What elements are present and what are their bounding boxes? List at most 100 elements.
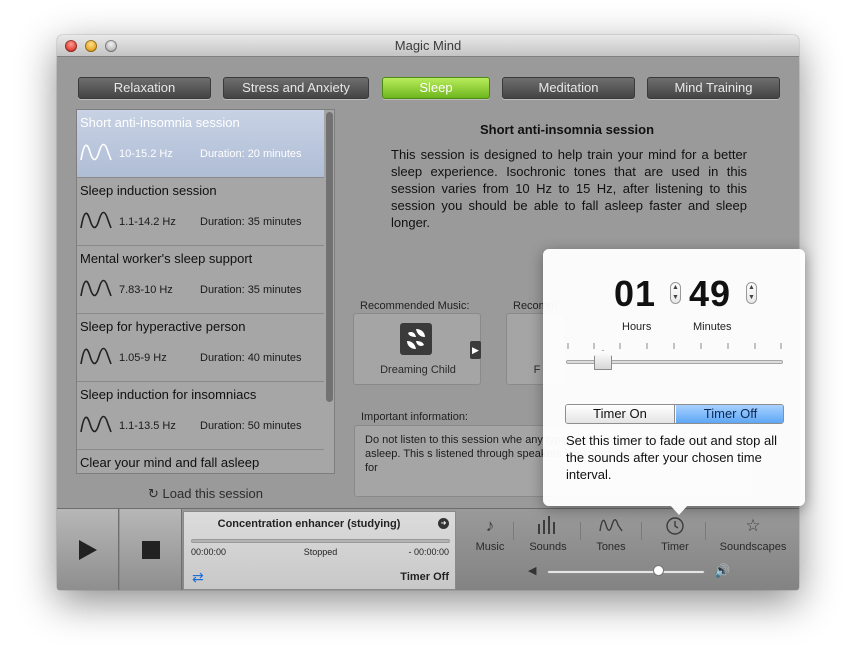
nav-tones-label: Tones — [596, 541, 626, 553]
nav-soundscapes[interactable]: ☆ Soundscapes — [715, 509, 791, 559]
session-title: Sleep induction session — [80, 183, 217, 198]
session-list[interactable]: Short anti-insomnia session 10-15.2 Hz D… — [76, 109, 335, 474]
session-item-mental-worker[interactable]: Mental worker's sleep support 7.83-10 Hz… — [77, 246, 324, 314]
tab-sleep[interactable]: Sleep — [382, 77, 490, 99]
stepper-down-icon[interactable]: ▼ — [747, 293, 756, 303]
session-description-title: Short anti-insomnia session — [479, 122, 655, 137]
wave-icon — [80, 279, 112, 297]
reload-icon: ↻ — [148, 486, 159, 501]
loop-icon[interactable]: ⇄ — [192, 570, 214, 584]
recommended-music-label: Recommended Music: — [360, 300, 470, 312]
session-frequency: 7.83-10 Hz — [119, 284, 173, 296]
timer-popover: 01 ▲ ▼ 49 ▲ ▼ Hours Minutes Timer On Timer… — [543, 249, 805, 515]
timer-slider-ticks — [567, 343, 782, 349]
session-duration: Duration: 50 minutes — [200, 420, 302, 432]
minimize-window-button[interactable] — [85, 40, 97, 52]
stepper-up-icon[interactable]: ▲ — [671, 283, 680, 293]
play-icon — [79, 540, 97, 560]
session-item-insomniacs[interactable]: Sleep induction for insomniacs 1.1-13.5 … — [77, 382, 324, 450]
volume-slider-knob[interactable] — [652, 565, 664, 576]
tab-stress-and-anxiety[interactable]: Stress and Anxiety — [223, 77, 369, 99]
session-description-body: This session is designed to help train y… — [391, 147, 747, 230]
tab-meditation[interactable]: Meditation — [502, 77, 635, 99]
nav-sounds[interactable]: Sounds — [522, 509, 574, 559]
nav-sounds-label: Sounds — [529, 541, 567, 553]
timer-off-button[interactable]: Timer Off — [676, 405, 783, 423]
nav-music-label: Music — [475, 541, 505, 553]
nav-divider — [513, 522, 514, 540]
wave-icon — [587, 516, 635, 539]
hours-label: Hours — [622, 321, 652, 333]
now-playing-panel: Concentration enhancer (studying) ➜ 00:0… — [183, 511, 456, 590]
session-frequency: 1.1-14.2 Hz — [119, 216, 176, 228]
nav-timer[interactable]: Timer — [651, 509, 699, 559]
load-session-label: Load this session — [162, 486, 263, 501]
nav-timer-label: Timer — [661, 541, 689, 553]
play-button[interactable] — [57, 509, 119, 590]
scrollbar-thumb[interactable] — [326, 112, 333, 402]
session-frequency: 1.05-9 Hz — [119, 352, 167, 364]
stop-button[interactable] — [120, 509, 182, 590]
session-title: Clear your mind and fall asleep — [80, 455, 260, 470]
timer-toggle: Timer On Timer Off — [565, 404, 784, 424]
arrow-right-icon[interactable]: ➜ — [438, 518, 449, 529]
timer-minutes-value: 49 — [689, 273, 732, 314]
timer-description: Set this timer to fade out and stop all … — [566, 433, 778, 482]
session-list-scrollbar[interactable] — [326, 112, 333, 472]
star-icon: ☆ — [745, 516, 761, 535]
category-tabs: Relaxation Stress and Anxiety Sleep Medi… — [78, 77, 780, 99]
equalizer-icon — [522, 516, 574, 539]
nav-divider — [580, 522, 581, 540]
timer-hours-value: 01 — [614, 273, 657, 314]
timer-slider-thumb[interactable] — [594, 350, 612, 370]
now-playing-title: Concentration enhancer (studying) — [217, 518, 401, 530]
session-item-short-anti-insomnia[interactable]: Short anti-insomnia session 10-15.2 Hz D… — [77, 110, 324, 178]
player-bar: Concentration enhancer (studying) ➜ 00:0… — [57, 508, 799, 590]
minutes-label: Minutes — [693, 321, 732, 333]
music-note-icon: ♪ — [485, 516, 495, 535]
stop-icon — [142, 541, 160, 559]
recommended-music-card[interactable]: Dreaming Child — [353, 313, 481, 385]
volume-low-icon: ◀ — [528, 565, 537, 577]
wave-icon — [80, 347, 112, 365]
wave-icon — [80, 143, 112, 161]
nav-music[interactable]: ♪ Music — [469, 509, 511, 559]
progress-bar[interactable] — [191, 539, 450, 543]
session-item-hyperactive[interactable]: Sleep for hyperactive person 1.05-9 Hz D… — [77, 314, 324, 382]
stepper-down-icon[interactable]: ▼ — [671, 293, 680, 303]
nav-divider — [641, 522, 642, 540]
volume-slider[interactable] — [547, 570, 705, 574]
minutes-stepper[interactable]: ▲ ▼ — [746, 282, 757, 304]
hours-stepper[interactable]: ▲ ▼ — [670, 282, 681, 304]
tab-mind-training[interactable]: Mind Training — [647, 77, 780, 99]
session-frequency: 1.1-13.5 Hz — [119, 420, 176, 432]
volume-high-icon: 🔊 — [714, 563, 731, 578]
window-title: Magic Mind — [394, 38, 462, 53]
nav-divider — [705, 522, 706, 540]
tab-relaxation[interactable]: Relaxation — [78, 77, 211, 99]
nav-tones[interactable]: Tones — [587, 509, 635, 559]
session-frequency: 10-15.2 Hz — [119, 148, 173, 160]
title-bar: Magic Mind — [57, 35, 799, 57]
leaf-album-icon — [400, 323, 432, 355]
clock-icon — [651, 516, 699, 541]
timer-on-button[interactable]: Timer On — [566, 405, 675, 423]
chevron-right-icon[interactable]: ▶ — [470, 341, 481, 359]
nav-soundscapes-label: Soundscapes — [719, 541, 787, 553]
recommended-music-name: Dreaming Child — [380, 364, 456, 376]
zoom-window-button[interactable] — [105, 40, 117, 52]
stepper-up-icon[interactable]: ▲ — [747, 283, 756, 293]
timer-status: Timer Off — [400, 571, 449, 583]
session-item-clear-mind[interactable]: Clear your mind and fall asleep — [77, 450, 324, 473]
remaining-time: - 00:00:00 — [408, 547, 449, 557]
session-title: Sleep for hyperactive person — [80, 319, 246, 334]
session-item-sleep-induction[interactable]: Sleep induction session 1.1-14.2 Hz Dura… — [77, 178, 324, 246]
load-session-button[interactable]: ↻ Load this session — [76, 486, 335, 502]
session-title: Sleep induction for insomniacs — [80, 387, 257, 402]
session-duration: Duration: 40 minutes — [200, 352, 302, 364]
important-info-label: Important information: — [361, 411, 468, 423]
session-duration: Duration: 35 minutes — [200, 216, 302, 228]
session-title: Mental worker's sleep support — [80, 251, 253, 266]
close-window-button[interactable] — [65, 40, 77, 52]
session-duration: Duration: 20 minutes — [200, 148, 302, 160]
